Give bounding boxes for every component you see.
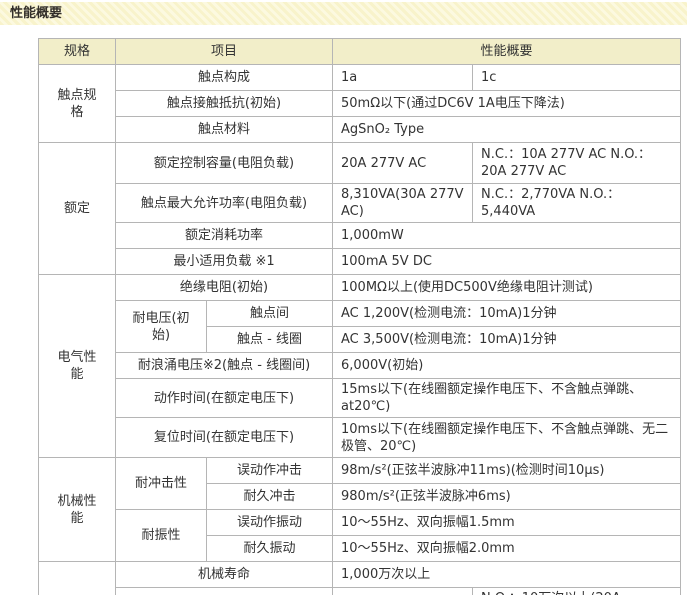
spec-page: 性能概要 规格 项目 性能概要 触点规格 触点构成 1a 1c 触点接触抵抗(初… (0, 0, 687, 595)
page-title: 性能概要 (0, 2, 687, 25)
label-surge-voltage: 耐浪涌电压※2(触点 - 线圈间) (116, 353, 333, 379)
label-rated-capacity: 额定控制容量(电阻负载) (116, 143, 333, 184)
value-mechanical-life: 1,000万次以上 (333, 562, 681, 588)
label-withstand-voltage: 耐电压(初始) (116, 301, 207, 353)
value-min-load: 100mA 5V DC (333, 249, 681, 275)
value-shock-endurance: 980m/s²(正弦半波脉冲6ms) (333, 484, 681, 510)
label-electrical-life: 电气寿命 ※3(电阻负载at20℃ 通断频率20次 / 分钟) (116, 588, 333, 595)
header-row: 规格 项目 性能概要 (39, 39, 681, 65)
value-rated-capacity-1c: N.C.：10A 277V AC N.O.：20A 277V AC (473, 143, 681, 184)
table-row: 触点最大允许功率(电阻负载) 8,310VA(30A 277V AC) N.C.… (39, 184, 681, 223)
value-contact-material: AgSnO₂ Type (333, 117, 681, 143)
value-contact-resistance: 50mΩ以下(通过DC6V 1A电压下降法) (333, 91, 681, 117)
group-cell-life: 寿命 (39, 562, 116, 595)
label-shock-resistance: 耐冲击性 (116, 458, 207, 510)
value-max-switching-power-1c: N.C.：2,770VA N.O.：5,440VA (473, 184, 681, 223)
value-electrical-life-1c: N.O.：10万次以上(20A 277VAC) N.C.：10万次以上(10A … (473, 588, 681, 595)
table-row: 额定消耗功率 1,000mW (39, 223, 681, 249)
value-operate-time: 15ms以下(在线圈额定操作电压下、不含触点弹跳、at20℃) (333, 379, 681, 418)
table-row: 电气寿命 ※3(电阻负载at20℃ 通断频率20次 / 分钟) 10万次以上(2… (39, 588, 681, 595)
group-cell-contact-spec: 触点规格 (39, 65, 116, 143)
label-contact-material: 触点材料 (116, 117, 333, 143)
table-row: 额定 额定控制容量(电阻负载) 20A 277V AC N.C.：10A 277… (39, 143, 681, 184)
table-row: 复位时间(在额定电压下) 10ms以下(在线圈额定操作电压下、不含触点弹跳、无二… (39, 418, 681, 458)
value-vibration-malfunction: 10～55Hz、双向振幅1.5mm (333, 510, 681, 536)
performance-spec-table: 规格 项目 性能概要 触点规格 触点构成 1a 1c 触点接触抵抗(初始) 50… (38, 38, 681, 595)
label-contact-resistance: 触点接触抵抗(初始) (116, 91, 333, 117)
table-row: 动作时间(在额定电压下) 15ms以下(在线圈额定操作电压下、不含触点弹跳、at… (39, 379, 681, 418)
value-vibration-endurance: 10～55Hz、双向振幅2.0mm (333, 536, 681, 562)
table-row: 电气性能 绝缘电阻(初始) 100MΩ以上(使用DC500V绝缘电阻计测试) (39, 275, 681, 301)
value-release-time: 10ms以下(在线圈额定操作电压下、不含触点弹跳、无二极管、20℃) (333, 418, 681, 458)
col-header-summary: 性能概要 (333, 39, 681, 65)
label-insulation-resistance: 绝缘电阻(初始) (116, 275, 333, 301)
value-contact-coil: AC 3,500V(检测电流：10mA)1分钟 (333, 327, 681, 353)
table-row: 触点材料 AgSnO₂ Type (39, 117, 681, 143)
section-title-banner: 性能概要 (0, 2, 687, 25)
group-cell-electrical: 电气性能 (39, 275, 116, 458)
table-row: 耐振性 误动作振动 10～55Hz、双向振幅1.5mm (39, 510, 681, 536)
value-contact-arrangement-1a: 1a (333, 65, 473, 91)
table-row: 触点规格 触点构成 1a 1c (39, 65, 681, 91)
value-between-contacts: AC 1,200V(检测电流：10mA)1分钟 (333, 301, 681, 327)
group-cell-mechanical: 机械性能 (39, 458, 116, 562)
table-row: 寿命 机械寿命 1,000万次以上 (39, 562, 681, 588)
label-contact-arrangement: 触点构成 (116, 65, 333, 91)
table-row: 最小适用负载 ※1 100mA 5V DC (39, 249, 681, 275)
label-between-contacts: 触点间 (207, 301, 333, 327)
value-electrical-life-1a: 10万次以上(20A 277V AC) (333, 588, 473, 595)
label-power-consumption: 额定消耗功率 (116, 223, 333, 249)
value-rated-capacity-1a: 20A 277V AC (333, 143, 473, 184)
label-min-load: 最小适用负载 ※1 (116, 249, 333, 275)
label-vibration-malfunction: 误动作振动 (207, 510, 333, 536)
value-insulation-resistance: 100MΩ以上(使用DC500V绝缘电阻计测试) (333, 275, 681, 301)
value-power-consumption: 1,000mW (333, 223, 681, 249)
label-vibration-resistance: 耐振性 (116, 510, 207, 562)
value-contact-arrangement-1c: 1c (473, 65, 681, 91)
value-electrical-life-no: N.O.：10万次以上(20A 277VAC) (481, 590, 672, 595)
label-max-switching-power: 触点最大允许功率(电阻负载) (116, 184, 333, 223)
table-row: 机械性能 耐冲击性 误动作冲击 98m/s²(正弦半波脉冲11ms)(检测时间1… (39, 458, 681, 484)
label-operate-time: 动作时间(在额定电压下) (116, 379, 333, 418)
label-release-time: 复位时间(在额定电压下) (116, 418, 333, 458)
group-cell-rating: 额定 (39, 143, 116, 275)
value-max-switching-power-1a: 8,310VA(30A 277V AC) (333, 184, 473, 223)
table-row: 耐浪涌电压※2(触点 - 线圈间) 6,000V(初始) (39, 353, 681, 379)
label-contact-coil: 触点 - 线圈 (207, 327, 333, 353)
table-row: 耐电压(初始) 触点间 AC 1,200V(检测电流：10mA)1分钟 (39, 301, 681, 327)
label-shock-malfunction: 误动作冲击 (207, 458, 333, 484)
table-row: 触点接触抵抗(初始) 50mΩ以下(通过DC6V 1A电压下降法) (39, 91, 681, 117)
value-surge-voltage: 6,000V(初始) (333, 353, 681, 379)
label-vibration-endurance: 耐久振动 (207, 536, 333, 562)
col-header-item: 项目 (116, 39, 333, 65)
label-mechanical-life: 机械寿命 (116, 562, 333, 588)
label-shock-endurance: 耐久冲击 (207, 484, 333, 510)
value-shock-malfunction: 98m/s²(正弦半波脉冲11ms)(检测时间10μs) (333, 458, 681, 484)
col-header-spec: 规格 (39, 39, 116, 65)
